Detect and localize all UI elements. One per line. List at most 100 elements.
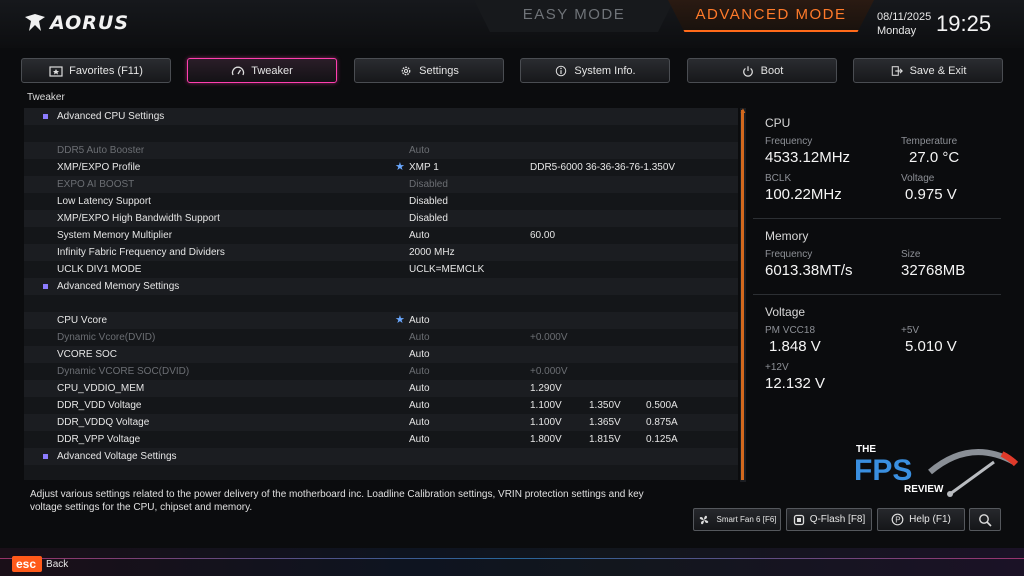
settings-row[interactable]: XMP/EXPO Profile ★ XMP 1 DDR5-6000 36-36-36…: [24, 159, 738, 176]
easy-mode-tab[interactable]: EASY MODE: [474, 0, 674, 32]
date-display: 08/11/2025 Monday: [877, 10, 931, 38]
setting-label: Dynamic VCORE SOC(DVID): [57, 366, 190, 377]
tab-label: System Info.: [574, 64, 636, 77]
setting-value-secondary: 1.800V: [530, 434, 562, 445]
memory-size-label: Size: [901, 249, 921, 260]
advanced-mode-tab[interactable]: ADVANCED MODE: [668, 0, 874, 32]
settings-row[interactable]: DDR_VPP Voltage Auto 1.800V 1.815V 0.125A: [24, 431, 738, 448]
settings-row[interactable]: DDR_VDD Voltage Auto 1.100V 1.350V 0.500A: [24, 397, 738, 414]
settings-row[interactable]: VCORE SOC Auto: [24, 346, 738, 363]
favorite-star-icon[interactable]: ★: [395, 159, 405, 176]
date-text: 08/11/2025: [877, 11, 932, 23]
tab-label: Favorites (F11): [69, 64, 143, 77]
scrollbar-thumb[interactable]: [741, 110, 744, 480]
settings-row: [24, 125, 738, 142]
setting-value-secondary: 60.00: [530, 230, 556, 241]
setting-label: XMP/EXPO High Bandwidth Support: [57, 213, 220, 224]
bottom-decor-strip: [0, 548, 1024, 576]
tab-settings[interactable]: Settings: [354, 58, 504, 83]
settings-row: [24, 295, 738, 312]
setting-value: Auto: [409, 315, 430, 326]
memory-title: Memory: [765, 229, 809, 243]
clock: 19:25: [936, 11, 992, 36]
setting-value: Auto: [409, 332, 430, 343]
search-button[interactable]: [969, 508, 1001, 531]
settings-row[interactable]: Dynamic Vcore(DVID) Auto +0.000V: [24, 329, 738, 346]
tab-system-info[interactable]: System Info.: [520, 58, 670, 83]
settings-row[interactable]: UCLK DIV1 MODE UCLK=MEMCLK: [24, 261, 738, 278]
setting-label: DDR5 Auto Booster: [57, 145, 145, 156]
settings-row[interactable]: DDR_VDDQ Voltage Auto 1.100V 1.365V 0.875A: [24, 414, 738, 431]
settings-row[interactable]: CPU_VDDIO_MEM Auto 1.290V: [24, 380, 738, 397]
page-title: Tweaker: [27, 92, 65, 103]
pm-vcc18-value: 1.848 V: [769, 338, 821, 355]
tab-boot[interactable]: Boot: [687, 58, 837, 83]
setting-value: Disabled: [409, 213, 448, 224]
setting-value-target: 1.815V: [589, 434, 621, 445]
chip-icon: [793, 514, 804, 525]
settings-row[interactable]: Infinity Fabric Frequency and Dividers 20…: [24, 244, 738, 261]
setting-value: Auto: [409, 417, 430, 428]
setting-value-target: 1.365V: [589, 417, 621, 428]
smart-fan-button[interactable]: Smart Fan 6 [F6]: [693, 508, 781, 531]
setting-value-secondary: DDR5-6000 36-36-36-76-1.350V: [530, 162, 676, 173]
help-description: Adjust various settings related to the p…: [30, 489, 644, 513]
help-button[interactable]: P Help (F1): [877, 508, 965, 531]
tab-label: Settings: [419, 64, 459, 77]
top-bar: AORUS EASY MODE ADVANCED MODE 08/11/2025…: [0, 0, 1024, 48]
aorus-logo: AORUS: [24, 12, 129, 34]
setting-label: CPU_VDDIO_MEM: [57, 383, 145, 394]
plus5v-label: +5V: [901, 325, 920, 336]
settings-row[interactable]: Dynamic VCORE SOC(DVID) Auto +0.000V: [24, 363, 738, 380]
voltage-title: Voltage: [765, 305, 806, 319]
search-icon: [979, 513, 992, 527]
info-icon: [556, 65, 567, 76]
setting-label: System Memory Multiplier: [57, 230, 173, 241]
memory-frequency-label: Frequency: [765, 249, 813, 260]
tab-favorites[interactable]: Favorites (F11): [21, 58, 171, 83]
scroll-up-arrow-icon[interactable]: ▲: [739, 107, 747, 115]
cpu-temperature-label: Temperature: [901, 136, 958, 147]
plus12v-value: 12.132 V: [765, 375, 826, 392]
settings-row[interactable]: EXPO AI BOOST Disabled: [24, 176, 738, 193]
cpu-frequency-label: Frequency: [765, 136, 813, 147]
back-button[interactable]: esc Back: [12, 556, 68, 572]
tab-save-exit[interactable]: Save & Exit: [853, 58, 1003, 83]
cpu-temperature-value: 27.0 °C: [909, 149, 960, 166]
logo-text: AORUS: [50, 12, 130, 34]
setting-value: Disabled: [409, 196, 448, 207]
svg-text:P: P: [895, 516, 900, 525]
setting-value-secondary: +0.000V: [530, 366, 568, 377]
settings-row[interactable]: CPU Vcore ★ Auto: [24, 312, 738, 329]
eagle-icon: [25, 14, 45, 31]
settings-group-header[interactable]: Advanced Voltage Settings: [24, 448, 738, 465]
setting-value-current: 0.500A: [646, 400, 678, 411]
settings-row[interactable]: Low Latency Support Disabled: [24, 193, 738, 210]
settings-row[interactable]: System Memory Multiplier Auto 60.00: [24, 227, 738, 244]
settings-row[interactable]: DDR5 Auto Booster Auto: [24, 142, 738, 159]
q-flash-label: Q-Flash [F8]: [809, 514, 866, 525]
setting-label: UCLK DIV1 MODE: [57, 264, 142, 275]
cpu-title: CPU: [765, 116, 791, 130]
memory-frequency-value: 6013.38MT/s: [765, 262, 853, 279]
plus5v-value: 5.010 V: [905, 338, 957, 355]
exit-icon: [891, 65, 903, 76]
cpu-voltage-label: Voltage: [901, 173, 935, 184]
settings-group-header[interactable]: Advanced CPU Settings: [24, 108, 738, 125]
setting-label: EXPO AI BOOST: [57, 179, 135, 190]
setting-value-secondary: 1.100V: [530, 417, 562, 428]
q-flash-button[interactable]: Q-Flash [F8]: [786, 508, 872, 531]
setting-value-secondary: 1.100V: [530, 400, 562, 411]
tab-tweaker[interactable]: Tweaker: [187, 58, 337, 83]
setting-value: Auto: [409, 434, 430, 445]
favorite-star-icon[interactable]: ★: [395, 312, 405, 329]
fps-review-watermark: THE FPS REVIEW: [854, 444, 1019, 497]
esc-key-badge: esc: [12, 556, 43, 572]
setting-value: UCLK=MEMCLK: [409, 264, 485, 275]
settings-row[interactable]: XMP/EXPO High Bandwidth Support Disabled: [24, 210, 738, 227]
setting-value: Auto: [409, 145, 430, 156]
setting-label: Advanced Voltage Settings: [57, 451, 177, 462]
settings-group-header[interactable]: Advanced Memory Settings: [24, 278, 738, 295]
settings-list: Advanced CPU Settings DDR5 Auto Booster Au…: [24, 108, 738, 480]
setting-value: Auto: [409, 400, 430, 411]
